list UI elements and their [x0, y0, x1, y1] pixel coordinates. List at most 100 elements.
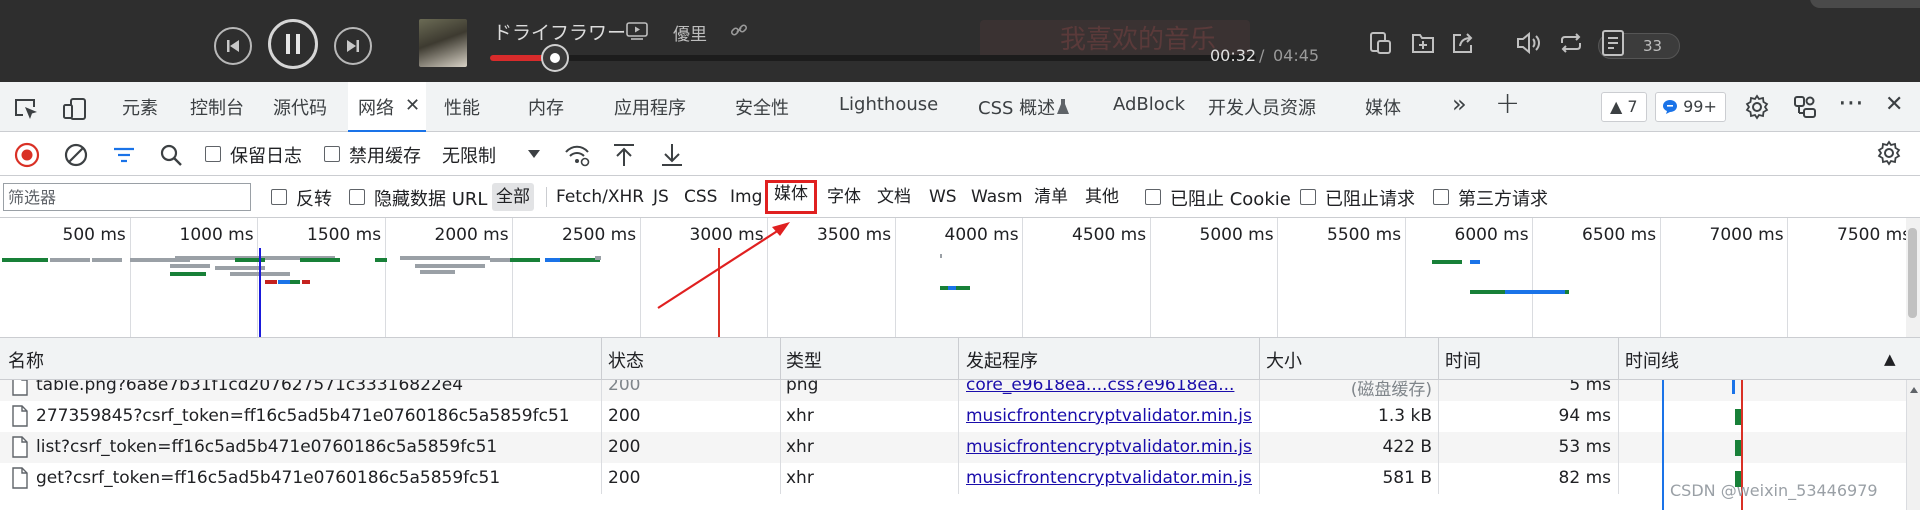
column-status[interactable]: 状态	[608, 347, 644, 373]
link-icon[interactable]	[730, 21, 748, 39]
progress-knob[interactable]	[543, 46, 568, 70]
network-overview-timeline[interactable]: 500 ms 1000 ms 1500 ms 2000 ms 2500 ms 3000 m…	[0, 218, 1920, 338]
blocked-cookies-checkbox[interactable]	[1145, 189, 1161, 205]
tab-elements[interactable]: 元素	[122, 94, 158, 120]
table-row[interactable]: list?csrf_token=ff16c5ad5b471e0760186c5a…	[0, 432, 1906, 463]
table-row[interactable]: table.png?6a8e7b31f1cd207627571c33316822…	[0, 380, 1906, 401]
network-conditions-icon[interactable]	[563, 142, 591, 168]
filter-type-fetch-xhr[interactable]: Fetch/XHR	[552, 183, 648, 211]
artist-name[interactable]: 優里	[673, 20, 707, 45]
song-title[interactable]: ドライフラワー	[493, 18, 626, 45]
request-initiator[interactable]: musicfrontencryptvalidator.min.js:1	[966, 406, 1252, 426]
filter-type-font[interactable]: 字体	[823, 183, 865, 211]
third-party-checkbox[interactable]	[1433, 189, 1449, 205]
close-devtools-button[interactable]: ✕	[1885, 92, 1903, 117]
filter-type-doc[interactable]: 文档	[873, 183, 915, 211]
previous-track-button[interactable]	[214, 27, 252, 65]
device-toolbar-icon[interactable]	[62, 97, 88, 121]
more-tabs-button[interactable]: »	[1452, 90, 1467, 118]
column-divider	[1438, 463, 1439, 494]
tab-lighthouse[interactable]: Lighthouse	[839, 94, 938, 115]
overview-request-bar	[940, 254, 942, 258]
filter-type-other[interactable]: 其他	[1081, 183, 1123, 211]
column-divider[interactable]	[958, 338, 959, 380]
column-divider[interactable]	[601, 338, 602, 380]
filter-type-js[interactable]: JS	[649, 183, 673, 211]
preserve-log-checkbox[interactable]	[205, 146, 221, 162]
progress-bar[interactable]	[490, 46, 1256, 70]
tab-console[interactable]: 控制台	[190, 94, 244, 120]
volume-icon[interactable]	[1515, 30, 1543, 56]
remote-devices-icon[interactable]	[1792, 94, 1818, 120]
invert-checkbox[interactable]	[271, 189, 287, 205]
throttling-select[interactable]: 无限制	[432, 138, 548, 170]
filter-type-img[interactable]: Img	[726, 183, 766, 211]
issues-badge[interactable]: 99+	[1655, 92, 1726, 122]
add-tab-button[interactable]: +	[1495, 86, 1520, 121]
scroll-up-icon[interactable]	[1909, 386, 1919, 394]
pause-button[interactable]	[268, 19, 318, 69]
tab-media[interactable]: 媒体	[1365, 94, 1401, 120]
request-initiator[interactable]: musicfrontencryptvalidator.min.js:1	[966, 468, 1252, 488]
repeat-icon[interactable]	[1557, 30, 1585, 56]
share-icon[interactable]	[1450, 30, 1476, 56]
column-name[interactable]: 名称	[8, 347, 44, 373]
column-waterfall[interactable]: 时间线	[1625, 347, 1679, 373]
filter-type-css[interactable]: CSS	[680, 183, 721, 211]
filter-funnel-icon[interactable]	[111, 142, 137, 168]
filter-input[interactable]	[3, 183, 251, 211]
clear-icon[interactable]	[63, 142, 89, 168]
export-har-icon[interactable]	[659, 142, 685, 168]
sort-ascending-icon[interactable]: ▲	[1884, 350, 1896, 368]
column-divider[interactable]	[1438, 338, 1439, 380]
column-divider[interactable]	[1259, 338, 1260, 380]
table-row[interactable]: 277359845?csrf_token=ff16c5ad5b471e07601…	[0, 401, 1906, 432]
hide-data-urls-label: 隐藏数据 URL	[374, 189, 488, 210]
warnings-badge[interactable]: ▲ 7	[1601, 92, 1647, 122]
playlist-icon[interactable]	[1600, 28, 1628, 58]
column-divider	[1259, 401, 1260, 432]
tab-adblock[interactable]: AdBlock	[1113, 94, 1185, 115]
filter-type-media[interactable]: 媒体	[765, 180, 817, 214]
request-initiator[interactable]: core_e9618ea....css?e9618ea...	[966, 380, 1252, 395]
blocked-requests-checkbox[interactable]	[1300, 189, 1316, 205]
network-settings-gear-icon[interactable]	[1876, 140, 1902, 166]
filter-type-wasm[interactable]: Wasm	[967, 183, 1027, 211]
tab-application[interactable]: 应用程序	[614, 94, 686, 120]
column-type[interactable]: 类型	[786, 347, 822, 373]
filter-type-all[interactable]: 全部	[492, 183, 534, 211]
overview-scrollbar-thumb[interactable]	[1908, 228, 1917, 318]
customize-menu-button[interactable]: ⋯	[1838, 88, 1864, 118]
hide-data-urls-checkbox[interactable]	[349, 189, 365, 205]
column-size[interactable]: 大小	[1266, 347, 1302, 373]
column-time[interactable]: 时间	[1445, 347, 1481, 373]
disable-cache-checkbox[interactable]	[324, 146, 340, 162]
next-track-button[interactable]	[334, 27, 372, 65]
filter-type-manifest[interactable]: 清单	[1030, 183, 1072, 211]
add-folder-icon[interactable]	[1410, 30, 1436, 56]
inspect-element-icon[interactable]	[13, 97, 39, 121]
overview-request-bar	[2, 258, 48, 262]
tab-security[interactable]: 安全性	[735, 94, 789, 120]
collect-icon[interactable]	[1368, 30, 1394, 56]
tab-memory[interactable]: 内存	[528, 94, 564, 120]
column-divider[interactable]	[780, 338, 781, 380]
column-divider[interactable]	[1618, 338, 1619, 380]
settings-gear-icon[interactable]	[1744, 94, 1770, 120]
tab-css-overview[interactable]: CSS 概述	[978, 94, 1055, 120]
request-initiator[interactable]: musicfrontencryptvalidator.min.js:1	[966, 437, 1252, 457]
import-har-icon[interactable]	[611, 142, 637, 168]
column-initiator[interactable]: 发起程序	[966, 347, 1038, 373]
tab-performance[interactable]: 性能	[444, 94, 480, 120]
album-cover[interactable]	[419, 19, 467, 67]
table-scrollbar[interactable]	[1906, 380, 1920, 510]
table-row[interactable]: get?csrf_token=ff16c5ad5b471e0760186c5a5…	[0, 463, 1906, 494]
close-tab-icon[interactable]: ✕	[405, 95, 420, 116]
request-size: 581 B	[1382, 468, 1432, 488]
mv-icon[interactable]	[626, 22, 648, 40]
tab-sources[interactable]: 源代码	[273, 94, 327, 120]
search-icon[interactable]	[158, 142, 184, 168]
filter-type-ws[interactable]: WS	[925, 183, 961, 211]
tab-developer-resources[interactable]: 开发人员资源	[1208, 94, 1316, 120]
record-icon[interactable]	[14, 142, 40, 168]
